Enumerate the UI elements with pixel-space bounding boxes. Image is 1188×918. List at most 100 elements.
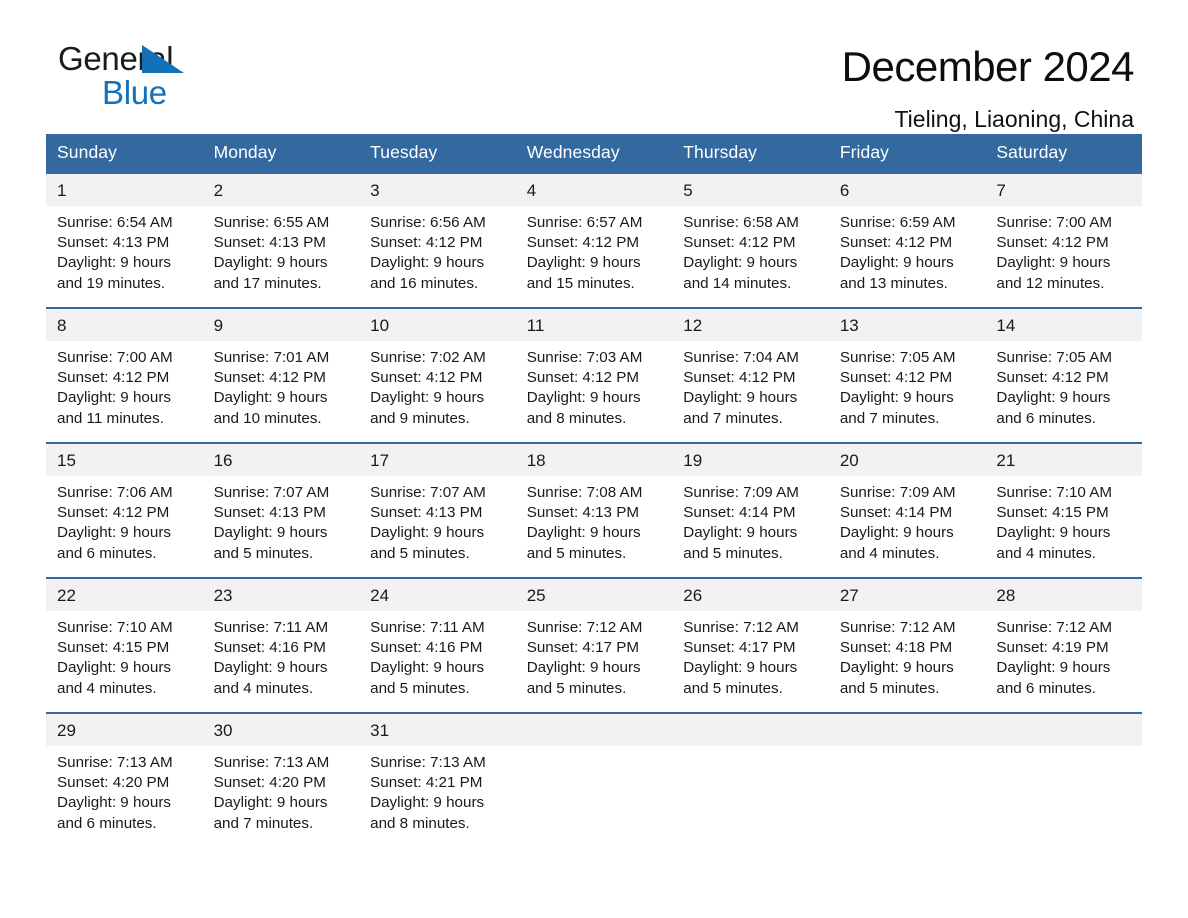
sunrise-text: Sunrise: 7:13 AM: [213, 754, 330, 771]
day-cell[interactable]: 11 Sunrise: 7:03 AM Sunset: 4:12 PM Dayl…: [515, 307, 673, 443]
day-details: Sunrise: 7:13 AM Sunset: 4:20 PM Dayligh…: [203, 746, 360, 834]
logo-triangle-icon: [142, 45, 184, 73]
day-number: [985, 714, 1142, 746]
sunset-text: Sunset: 4:16 PM: [213, 639, 326, 657]
daylight-text-line1: Daylight: 9 hours: [526, 659, 641, 677]
daylight-text-line1: Daylight: 9 hours: [57, 254, 171, 272]
day-number: 21: [985, 444, 1142, 476]
page-title: December 2024: [841, 43, 1135, 90]
daylight-text-line2: and 6 minutes.: [57, 544, 157, 562]
daylight-text-line1: Daylight: 9 hours: [213, 794, 328, 812]
sunset-text: Sunset: 4:13 PM: [213, 234, 326, 252]
daylight-text-line1: Daylight: 9 hours: [370, 659, 485, 677]
day-number: 12: [672, 309, 829, 341]
day-cell[interactable]: 3 Sunrise: 6:56 AM Sunset: 4:12 PM Dayli…: [359, 172, 516, 308]
day-cell[interactable]: 16 Sunrise: 7:07 AM Sunset: 4:13 PM Dayl…: [202, 442, 360, 578]
daylight-text-line1: Daylight: 9 hours: [839, 524, 954, 542]
daylight-text-line1: Daylight: 9 hours: [370, 794, 485, 812]
daylight-text-line1: Daylight: 9 hours: [683, 254, 798, 272]
sunset-text: Sunset: 4:13 PM: [526, 504, 639, 522]
daylight-text-line2: and 4 minutes.: [57, 679, 157, 697]
sunrise-text: Sunrise: 7:05 AM: [839, 349, 956, 366]
day-details: Sunrise: 7:03 AM Sunset: 4:12 PM Dayligh…: [516, 341, 673, 429]
sunrise-text: Sunrise: 7:12 AM: [996, 619, 1113, 636]
day-cell[interactable]: 30 Sunrise: 7:13 AM Sunset: 4:20 PM Dayl…: [202, 712, 360, 847]
sunset-text: Sunset: 4:21 PM: [370, 774, 483, 792]
daylight-text-line1: Daylight: 9 hours: [996, 524, 1111, 542]
sunrise-text: Sunrise: 7:06 AM: [57, 484, 173, 501]
day-details: Sunrise: 7:10 AM Sunset: 4:15 PM Dayligh…: [46, 611, 203, 699]
day-cell[interactable]: 4 Sunrise: 6:57 AM Sunset: 4:12 PM Dayli…: [515, 172, 673, 308]
day-cell[interactable]: 20 Sunrise: 7:09 AM Sunset: 4:14 PM Dayl…: [828, 442, 986, 578]
day-cell[interactable]: 25 Sunrise: 7:12 AM Sunset: 4:17 PM Dayl…: [515, 577, 673, 713]
daylight-text-line2: and 19 minutes.: [57, 274, 166, 292]
daylight-text-line1: Daylight: 9 hours: [996, 389, 1111, 407]
sunrise-text: Sunrise: 7:13 AM: [370, 754, 486, 771]
day-cell[interactable]: 14 Sunrise: 7:05 AM Sunset: 4:12 PM Dayl…: [985, 307, 1142, 443]
day-cell[interactable]: 23 Sunrise: 7:11 AM Sunset: 4:16 PM Dayl…: [202, 577, 360, 713]
calendar-week-row: 8 Sunrise: 7:00 AM Sunset: 4:12 PM Dayli…: [46, 307, 1142, 443]
daylight-text-line2: and 7 minutes.: [683, 409, 783, 427]
daylight-text-line2: and 7 minutes.: [213, 814, 314, 832]
day-details: Sunrise: 7:12 AM Sunset: 4:18 PM Dayligh…: [829, 611, 986, 699]
sunrise-sunset-calendar-table: Sunday Monday Tuesday Wednesday Thursday…: [46, 134, 1142, 847]
day-cell-empty: [985, 712, 1142, 847]
day-cell[interactable]: 5 Sunrise: 6:58 AM Sunset: 4:12 PM Dayli…: [672, 172, 829, 308]
day-cell[interactable]: 13 Sunrise: 7:05 AM Sunset: 4:12 PM Dayl…: [828, 307, 986, 443]
day-details: Sunrise: 7:12 AM Sunset: 4:17 PM Dayligh…: [672, 611, 829, 699]
sunset-text: Sunset: 4:12 PM: [683, 369, 796, 387]
day-details: Sunrise: 7:02 AM Sunset: 4:12 PM Dayligh…: [359, 341, 516, 429]
day-cell[interactable]: 7 Sunrise: 7:00 AM Sunset: 4:12 PM Dayli…: [985, 172, 1142, 308]
day-cell[interactable]: 2 Sunrise: 6:55 AM Sunset: 4:13 PM Dayli…: [202, 172, 360, 308]
day-cell[interactable]: 1 Sunrise: 6:54 AM Sunset: 4:13 PM Dayli…: [46, 172, 203, 308]
day-cell[interactable]: 8 Sunrise: 7:00 AM Sunset: 4:12 PM Dayli…: [46, 307, 203, 443]
day-cell[interactable]: 24 Sunrise: 7:11 AM Sunset: 4:16 PM Dayl…: [359, 577, 516, 713]
daylight-text-line1: Daylight: 9 hours: [683, 524, 798, 542]
sunset-text: Sunset: 4:12 PM: [213, 369, 326, 387]
day-number: 8: [46, 309, 203, 341]
day-number: 10: [359, 309, 516, 341]
day-details: Sunrise: 7:09 AM Sunset: 4:14 PM Dayligh…: [672, 476, 829, 564]
day-cell[interactable]: 15 Sunrise: 7:06 AM Sunset: 4:12 PM Dayl…: [46, 442, 203, 578]
day-cell[interactable]: 21 Sunrise: 7:10 AM Sunset: 4:15 PM Dayl…: [985, 442, 1142, 578]
day-cell[interactable]: 12 Sunrise: 7:04 AM Sunset: 4:12 PM Dayl…: [672, 307, 829, 443]
sunset-text: Sunset: 4:12 PM: [57, 504, 170, 522]
daylight-text-line2: and 5 minutes.: [526, 544, 627, 562]
day-cell[interactable]: 18 Sunrise: 7:08 AM Sunset: 4:13 PM Dayl…: [515, 442, 673, 578]
daylight-text-line2: and 11 minutes.: [57, 409, 164, 427]
sunrise-text: Sunrise: 6:57 AM: [526, 214, 643, 231]
day-cell[interactable]: 10 Sunrise: 7:02 AM Sunset: 4:12 PM Dayl…: [359, 307, 516, 443]
sunrise-text: Sunrise: 7:12 AM: [683, 619, 799, 636]
day-cell[interactable]: 26 Sunrise: 7:12 AM Sunset: 4:17 PM Dayl…: [672, 577, 829, 713]
generalblue-logo[interactable]: General Blue: [46, 42, 256, 116]
daylight-text-line1: Daylight: 9 hours: [996, 659, 1111, 677]
day-details: Sunrise: 7:01 AM Sunset: 4:12 PM Dayligh…: [203, 341, 360, 429]
day-cell[interactable]: 27 Sunrise: 7:12 AM Sunset: 4:18 PM Dayl…: [828, 577, 986, 713]
day-number: 19: [672, 444, 829, 476]
day-details: Sunrise: 7:04 AM Sunset: 4:12 PM Dayligh…: [672, 341, 829, 429]
daylight-text-line1: Daylight: 9 hours: [57, 659, 171, 677]
day-details: Sunrise: 7:09 AM Sunset: 4:14 PM Dayligh…: [829, 476, 986, 564]
day-details: Sunrise: 7:00 AM Sunset: 4:12 PM Dayligh…: [985, 206, 1142, 294]
sunrise-text: Sunrise: 7:09 AM: [683, 484, 799, 501]
day-number: 23: [202, 579, 360, 611]
day-number: 5: [672, 174, 829, 206]
day-cell[interactable]: 17 Sunrise: 7:07 AM Sunset: 4:13 PM Dayl…: [359, 442, 516, 578]
sunset-text: Sunset: 4:15 PM: [996, 504, 1109, 522]
day-cell-empty: [828, 712, 986, 847]
day-cell[interactable]: 28 Sunrise: 7:12 AM Sunset: 4:19 PM Dayl…: [985, 577, 1142, 713]
day-cell[interactable]: 29 Sunrise: 7:13 AM Sunset: 4:20 PM Dayl…: [46, 712, 203, 847]
day-cell[interactable]: 9 Sunrise: 7:01 AM Sunset: 4:12 PM Dayli…: [202, 307, 360, 443]
day-cell[interactable]: 6 Sunrise: 6:59 AM Sunset: 4:12 PM Dayli…: [828, 172, 986, 308]
sunset-text: Sunset: 4:18 PM: [839, 639, 953, 657]
day-number: 22: [46, 579, 203, 611]
sunrise-text: Sunrise: 7:03 AM: [526, 349, 643, 366]
page-header: General Blue December 2024 Tieling, Liao…: [46, 0, 1142, 133]
sunrise-text: Sunrise: 7:13 AM: [57, 754, 173, 771]
day-cell[interactable]: 31 Sunrise: 7:13 AM Sunset: 4:21 PM Dayl…: [359, 712, 516, 847]
day-number: 17: [359, 444, 516, 476]
day-cell[interactable]: 22 Sunrise: 7:10 AM Sunset: 4:15 PM Dayl…: [46, 577, 203, 713]
daylight-text-line1: Daylight: 9 hours: [370, 254, 485, 272]
daylight-text-line2: and 5 minutes.: [683, 544, 783, 562]
day-cell[interactable]: 19 Sunrise: 7:09 AM Sunset: 4:14 PM Dayl…: [672, 442, 829, 578]
